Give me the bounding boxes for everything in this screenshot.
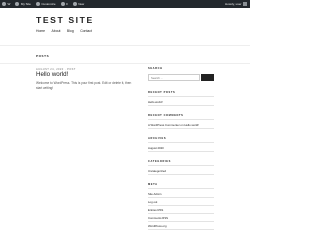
main-nav: Home About Blog Contact — [36, 29, 98, 33]
admin-bar-new[interactable]: New — [72, 2, 85, 6]
divider — [148, 119, 214, 120]
divider — [148, 196, 214, 198]
nav-item-about[interactable]: About — [52, 29, 61, 33]
recent-post-link[interactable]: Hello world! — [148, 100, 163, 104]
divider — [148, 96, 214, 97]
divider — [148, 150, 214, 152]
avatar — [243, 2, 247, 6]
search-button[interactable] — [200, 74, 214, 81]
nav-item-contact[interactable]: Contact — [80, 29, 92, 33]
meta-link-entries-rss[interactable]: Entries RSS — [148, 208, 163, 212]
archive-link[interactable]: August 2020 — [148, 146, 164, 150]
site-title[interactable]: TEST SITE — [36, 15, 94, 25]
divider — [148, 228, 214, 230]
brush-icon — [35, 2, 40, 6]
plus-icon — [72, 2, 77, 6]
nav-item-blog[interactable]: Blog — [67, 29, 74, 33]
admin-bar-site[interactable]: My Site — [15, 2, 31, 6]
widget-title-search: SEARCH — [148, 67, 163, 70]
divider — [148, 165, 214, 166]
widget-title-recent-comments: RECENT COMMENTS — [148, 114, 184, 117]
admin-bar-item-label: W — [7, 2, 11, 6]
divider — [148, 127, 214, 129]
admin-bar-item-label: New — [78, 2, 85, 6]
divider — [148, 220, 214, 222]
divider — [0, 45, 250, 46]
recent-comment-link[interactable]: A WordPress Commenter on Hello world! — [148, 123, 199, 127]
admin-bar-item-label: 0 — [66, 2, 68, 6]
meta-link-comments-rss[interactable]: Comments RSS — [148, 216, 168, 220]
divider — [148, 204, 214, 206]
widget-title-archives: ARCHIVES — [148, 137, 167, 140]
divider — [148, 104, 214, 106]
meta-link-wordpress-org[interactable]: WordPress.org — [148, 224, 167, 228]
admin-bar: W My Site Customize 0 New Howdy, user — [0, 0, 250, 8]
home-icon — [15, 2, 20, 6]
page-title: POSTS — [36, 54, 50, 58]
widget-title-categories: CATEGORIES — [148, 160, 171, 163]
admin-bar-item-label: Customize — [41, 2, 56, 6]
admin-bar-howdy: Howdy, user — [225, 2, 242, 6]
wordpress-logo-icon — [2, 2, 6, 6]
divider — [148, 173, 214, 175]
post-title[interactable]: Hello world! — [36, 71, 68, 78]
admin-bar-comments[interactable]: 0 — [60, 2, 68, 6]
widget-title-meta: META — [148, 183, 158, 186]
post-excerpt: Welcome to WordPress. This is your first… — [36, 81, 132, 90]
widget-title-recent-posts: RECENT POSTS — [148, 91, 176, 94]
comment-icon — [60, 2, 65, 6]
admin-bar-wordpress[interactable]: W — [2, 2, 10, 6]
divider — [0, 63, 250, 64]
nav-item-home[interactable]: Home — [36, 29, 45, 33]
divider — [148, 188, 214, 189]
admin-bar-customize[interactable]: Customize — [35, 2, 56, 6]
meta-link-log-out[interactable]: Log out — [148, 200, 157, 204]
admin-bar-item-label: My Site — [20, 2, 31, 6]
divider — [148, 212, 214, 214]
divider — [148, 142, 214, 143]
meta-link-site-admin[interactable]: Site Admin — [148, 192, 161, 196]
category-link[interactable]: Uncategorized — [148, 169, 166, 173]
admin-bar-account[interactable]: Howdy, user — [225, 0, 247, 8]
search-input[interactable] — [148, 74, 200, 81]
